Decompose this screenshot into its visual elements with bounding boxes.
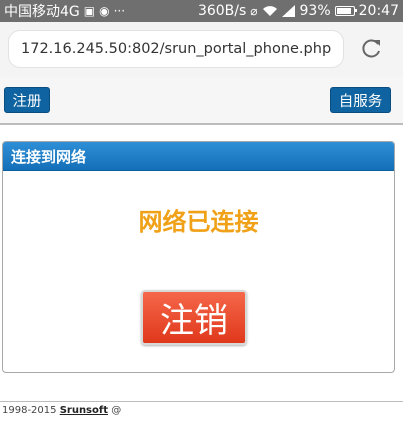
footer-copyright: 1998-2015 bbox=[2, 405, 60, 416]
reload-icon[interactable] bbox=[358, 36, 384, 62]
location-icon: ◉ bbox=[99, 4, 110, 18]
self-service-button[interactable]: 自服务 bbox=[330, 87, 391, 113]
status-bar: 中国移动4G ▣ ◉ ··· 360B/s ⌀ 93% 20:47 bbox=[0, 0, 403, 22]
battery-icon bbox=[334, 6, 357, 16]
carrier-label: 中国移动4G bbox=[4, 4, 80, 20]
logout-button[interactable]: 注销 bbox=[141, 290, 247, 345]
image-icon: ▣ bbox=[83, 4, 96, 18]
status-left: 中国移动4G ▣ ◉ ··· bbox=[4, 1, 125, 21]
footer-divider bbox=[0, 401, 403, 402]
footer-suffix: @ bbox=[108, 405, 122, 416]
connection-panel: 连接到网络 网络已连接 注销 bbox=[2, 141, 395, 373]
wifi-icon bbox=[262, 6, 277, 16]
portal-toolbar: 注册 自服务 bbox=[0, 77, 403, 125]
vibrate-icon: ⌀ bbox=[250, 4, 258, 18]
browser-bar: 172.16.245.50:802/srun_portal_phone.php bbox=[0, 22, 403, 78]
clock: 20:47 bbox=[358, 3, 399, 19]
footer: 1998-2015 Srunsoft @ bbox=[2, 405, 121, 416]
url-text: 172.16.245.50:802/srun_portal_phone.php bbox=[21, 41, 332, 57]
footer-link[interactable]: Srunsoft bbox=[60, 405, 108, 416]
panel-title: 连接到网络 bbox=[3, 142, 394, 171]
more-icon: ··· bbox=[113, 4, 126, 18]
signal-icon bbox=[281, 5, 295, 17]
address-bar[interactable]: 172.16.245.50:802/srun_portal_phone.php bbox=[8, 30, 344, 68]
status-right: 360B/s ⌀ 93% 20:47 bbox=[198, 3, 399, 19]
register-button[interactable]: 注册 bbox=[4, 87, 50, 113]
network-speed: 360B/s bbox=[197, 3, 247, 19]
connection-status: 网络已连接 bbox=[138, 208, 259, 236]
battery-percent: 93% bbox=[299, 3, 331, 19]
